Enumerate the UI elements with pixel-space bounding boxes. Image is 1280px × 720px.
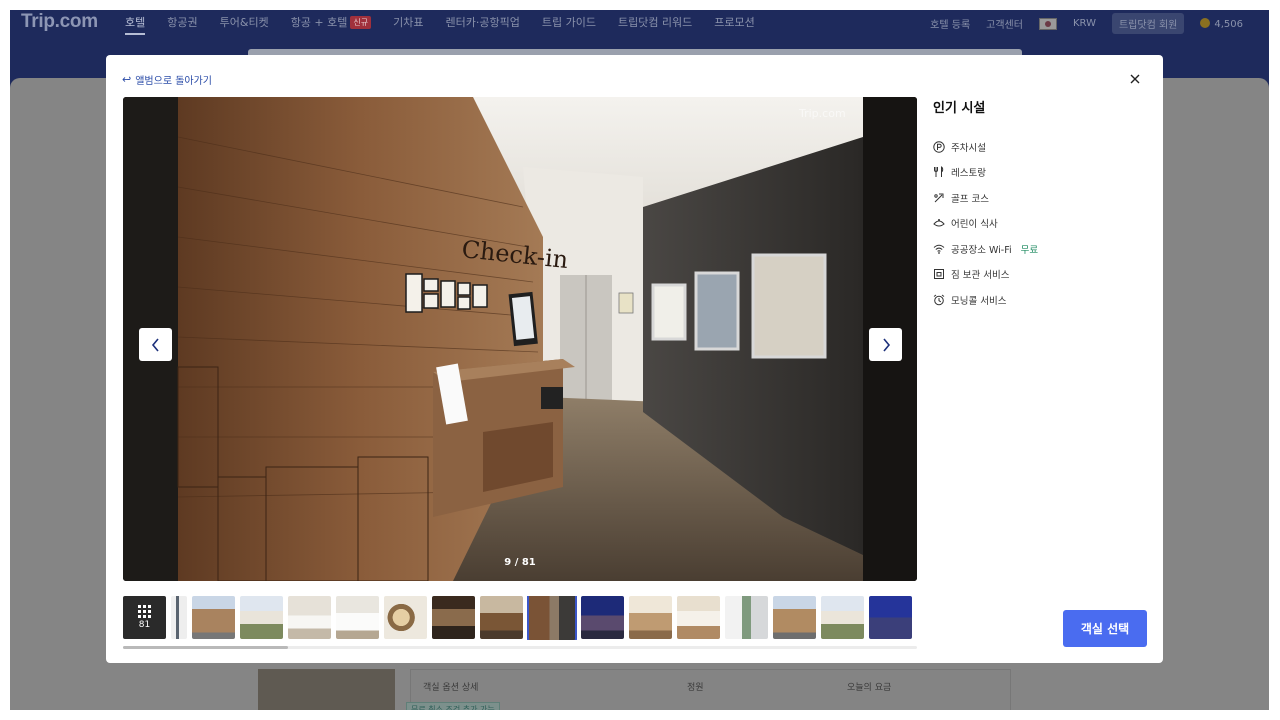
photo-gallery-modal: ↩ 앨범으로 돌아가기 Check-in Trip.com 9 / 81 81 …	[106, 55, 1163, 663]
back-arrow-icon: ↩	[122, 73, 132, 86]
nav-tours-tickets[interactable]: 투어&티켓	[220, 14, 269, 35]
svg-text:Trip.com: Trip.com	[798, 107, 846, 120]
currency-selector[interactable]: KRW	[1073, 18, 1096, 29]
amenity-wake-up-call: 모닝콜 서비스	[933, 287, 1143, 313]
korea-flag-icon[interactable]	[1038, 17, 1057, 30]
select-room-button[interactable]: 객실 선택	[1063, 610, 1147, 647]
back-to-album-link[interactable]: ↩ 앨범으로 돌아가기	[122, 72, 212, 87]
member-chip[interactable]: 트립닷컴 회원	[1111, 13, 1185, 34]
main-nav: 호텔 항공권 투어&티켓 항공 + 호텔 신규 기차표 렌터카·공항픽업 트립 가…	[125, 14, 755, 35]
thumbnail[interactable]	[192, 596, 235, 639]
thumbnail[interactable]	[480, 596, 523, 639]
amenity-label: 공공장소 Wi-Fi	[951, 244, 1012, 256]
parking-icon	[933, 141, 945, 153]
nav-car-rental[interactable]: 렌터카·공항픽업	[446, 14, 520, 35]
amenities-title: 인기 시설	[933, 101, 986, 116]
thumbnail[interactable]	[336, 596, 379, 639]
thumbnail-strip: 81	[123, 596, 917, 640]
amenity-label: 어린이 식사	[951, 219, 998, 231]
col-today-price: 오늘의 요금	[847, 683, 892, 693]
thumbnail[interactable]	[869, 596, 912, 639]
close-button[interactable]	[1125, 69, 1145, 89]
nav-trains[interactable]: 기차표	[393, 14, 423, 35]
next-photo-button[interactable]	[869, 328, 902, 361]
thumbnail[interactable]	[240, 596, 283, 639]
new-badge: 신규	[350, 16, 372, 29]
restaurant-icon	[934, 166, 944, 178]
all-photos-button[interactable]: 81	[123, 596, 166, 639]
amenity-label: 주차시설	[951, 142, 986, 154]
thumbnail-scrollbar[interactable]	[123, 646, 917, 649]
nav-trip-guide[interactable]: 트립 가이드	[542, 14, 596, 35]
thumbnail[interactable]	[288, 596, 331, 639]
photo-counter: 9 / 81	[504, 557, 536, 568]
amenity-luggage: 짐 보관 서비스	[933, 262, 1143, 288]
main-photo: Check-in Trip.com 9 / 81	[123, 97, 917, 581]
thumbnail[interactable]	[677, 596, 720, 639]
amenities-panel: 인기 시설 주차시설 레스토랑 골프 코스 어린이 식사 공공장소 Wi-Fi …	[933, 97, 1143, 313]
nav-flights[interactable]: 항공권	[167, 14, 197, 35]
nav-flight-hotel[interactable]: 항공 + 호텔 신규	[290, 14, 372, 35]
kids-meal-icon	[933, 219, 945, 227]
amenity-parking: 주차시설	[933, 134, 1143, 160]
points-value: 4,506	[1214, 18, 1243, 30]
room-options-table: 객실 옵션 상세 정원 오늘의 요금 무료 취소 조건 추가 가능	[406, 669, 1011, 710]
prev-photo-button[interactable]	[139, 328, 172, 361]
amenity-golf: 골프 코스	[933, 185, 1143, 211]
thumbnail[interactable]	[773, 596, 816, 639]
free-badge: 무료	[1020, 244, 1039, 256]
amenity-label: 짐 보관 서비스	[951, 270, 1010, 282]
col-capacity: 정원	[687, 683, 704, 693]
thumbnail-selected[interactable]	[527, 596, 577, 640]
nav-flight-hotel-label: 항공 + 호텔	[290, 16, 348, 29]
thumbnail[interactable]	[581, 596, 624, 639]
amenity-restaurant: 레스토랑	[933, 160, 1143, 186]
thumbnail[interactable]	[725, 596, 768, 639]
amenity-wifi: 공공장소 Wi-Fi 무료	[933, 236, 1143, 262]
customer-center-link[interactable]: 고객센터	[986, 16, 1023, 31]
scrollbar-thumb[interactable]	[123, 646, 288, 649]
back-to-album-label: 앨범으로 돌아가기	[135, 76, 212, 87]
site-logo[interactable]: Trip.com	[21, 11, 98, 33]
nav-hotels[interactable]: 호텔	[125, 14, 146, 35]
nav-promotions[interactable]: 프로모션	[714, 14, 754, 35]
grid-icon	[138, 605, 151, 618]
coin-icon	[1200, 17, 1211, 28]
amenity-label: 골프 코스	[951, 193, 989, 205]
chevron-left-icon	[151, 337, 159, 352]
chevron-right-icon	[882, 337, 890, 352]
amenity-label: 모닝콜 서비스	[951, 295, 1007, 307]
points-display[interactable]: 4,506	[1200, 17, 1243, 30]
member-label: 트립닷컴 회원	[1118, 20, 1178, 31]
close-icon	[1130, 74, 1140, 84]
amenity-kids-meal: 어린이 식사	[933, 211, 1143, 237]
thumbnail[interactable]	[432, 596, 475, 639]
thumbnail[interactable]	[384, 596, 427, 639]
golf-icon	[934, 193, 944, 203]
room-thumbnail	[258, 669, 395, 710]
luggage-icon	[934, 269, 944, 280]
alarm-clock-icon	[933, 294, 945, 306]
thumbnail[interactable]	[821, 596, 864, 639]
amenity-label: 레스토랑	[951, 168, 986, 180]
hotel-register-link[interactable]: 호텔 등록	[930, 16, 970, 31]
free-cancel-tag: 무료 취소 조건 추가 가능	[406, 702, 500, 710]
all-photos-count: 81	[138, 620, 151, 630]
nav-rewards[interactable]: 트립닷컴 리워드	[618, 14, 692, 35]
wifi-icon	[933, 244, 945, 254]
col-room-options: 객실 옵션 상세	[423, 683, 479, 693]
thumbnail[interactable]	[171, 596, 187, 639]
thumbnail[interactable]	[629, 596, 672, 639]
header-utilities: 호텔 등록 고객센터 KRW 트립닷컴 회원 4,506	[930, 13, 1243, 34]
hotel-lobby-photo: Check-in Trip.com	[123, 97, 917, 581]
